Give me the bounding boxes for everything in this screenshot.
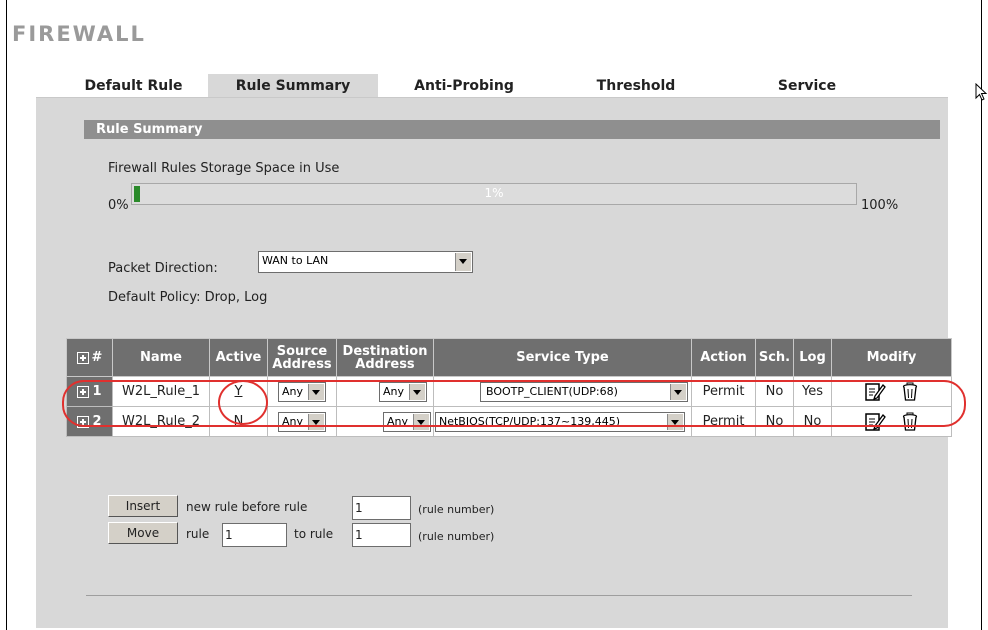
edit-icon[interactable] (864, 382, 887, 402)
move-to-input[interactable]: 1 (352, 523, 411, 547)
expand-icon[interactable] (77, 415, 90, 428)
storage-progress-text: 1% (484, 186, 504, 200)
service-cell: NetBIOS(TCP/UDP:137~139,445) (433, 406, 692, 437)
rules-table: # Name Active Source Address Destination… (66, 338, 952, 437)
active-link[interactable]: Y (209, 376, 268, 407)
table-row: 2 W2L_Rule_2 N Any Any NetBIOS(TCP/UDP:1… (66, 406, 952, 437)
row-number-cell: 1 (66, 376, 113, 407)
storage-progress-bar: 1% (131, 183, 857, 205)
action-cell: Permit (691, 406, 756, 437)
service-cell: BOOTP_CLIENT(UDP:68) (433, 376, 692, 407)
page-title: FIREWALL (12, 22, 146, 46)
rule-name: W2L_Rule_2 (112, 406, 210, 437)
header-name: Name (112, 338, 210, 377)
header-sch: Sch. (755, 338, 794, 377)
insert-button[interactable]: Insert (108, 495, 178, 517)
rule-name: W2L_Rule_1 (112, 376, 210, 407)
chevron-down-icon (670, 383, 686, 400)
expand-all-icon[interactable] (76, 351, 89, 364)
header-action: Action (691, 338, 756, 377)
header-service: Service Type (433, 338, 692, 377)
chevron-down-icon (413, 413, 429, 430)
header-active: Active (209, 338, 268, 377)
move-hint: (rule number) (418, 530, 495, 543)
destination-address-select[interactable]: Any (379, 381, 427, 402)
row-number-cell: 2 (66, 406, 113, 437)
trash-icon[interactable] (901, 382, 919, 402)
chevron-down-icon (409, 383, 425, 400)
modify-cell (831, 376, 952, 407)
packet-direction-select[interactable]: WAN to LAN (258, 251, 473, 273)
storage-label: Firewall Rules Storage Space in Use (108, 161, 340, 176)
tab-service[interactable]: Service (722, 74, 892, 98)
tab-threshold[interactable]: Threshold (550, 74, 722, 98)
schedule-cell: No (755, 376, 794, 407)
log-cell: No (793, 406, 832, 437)
header-modify: Modify (831, 338, 952, 377)
modify-cell (831, 406, 952, 437)
storage-max-label: 100% (861, 198, 899, 213)
move-from-input[interactable]: 1 (222, 523, 287, 547)
insert-text: new rule before rule (186, 500, 308, 514)
packet-direction-value: WAN to LAN (262, 254, 329, 267)
header-num: # (66, 338, 113, 377)
log-cell: Yes (793, 376, 832, 407)
source-address-select[interactable]: Any (278, 381, 326, 402)
source-address-select[interactable]: Any (278, 411, 326, 432)
tab-default-rule[interactable]: Default Rule (66, 74, 201, 98)
tab-bar: Default Rule Rule Summary Anti-Probing T… (66, 74, 892, 98)
source-cell: Any (267, 406, 337, 437)
schedule-cell: No (755, 406, 794, 437)
chevron-down-icon (308, 413, 324, 430)
destination-address-select[interactable]: Any (383, 411, 431, 432)
service-type-select[interactable]: NetBIOS(TCP/UDP:137~139,445) (435, 411, 685, 432)
move-to-text: to rule (294, 527, 334, 541)
packet-direction-label: Packet Direction: (108, 261, 218, 276)
insert-rule-number-input[interactable]: 1 (352, 496, 411, 520)
storage-min-label: 0% (108, 198, 129, 213)
move-button[interactable]: Move (108, 522, 178, 544)
chevron-down-icon (667, 413, 683, 430)
destination-cell: Any (336, 406, 434, 437)
expand-icon[interactable] (77, 385, 90, 398)
trash-icon[interactable] (901, 412, 919, 432)
move-rule-text: rule (186, 527, 210, 541)
tab-anti-probing[interactable]: Anti-Probing (378, 74, 550, 98)
source-cell: Any (267, 376, 337, 407)
table-header-row: # Name Active Source Address Destination… (66, 338, 952, 377)
header-log: Log (793, 338, 832, 377)
active-link[interactable]: N (209, 406, 268, 437)
table-row: 1 W2L_Rule_1 Y Any Any BOOTP_CLIENT(UDP:… (66, 376, 952, 407)
tab-rule-summary[interactable]: Rule Summary (208, 74, 378, 98)
insert-hint: (rule number) (418, 503, 495, 516)
section-header: Rule Summary (84, 120, 940, 139)
rule-summary-panel: Rule Summary Firewall Rules Storage Spac… (36, 97, 952, 628)
action-cell: Permit (691, 376, 756, 407)
chevron-down-icon (308, 383, 324, 400)
destination-cell: Any (336, 376, 434, 407)
header-destination: Destination Address (336, 338, 434, 377)
default-policy-text: Default Policy: Drop, Log (108, 290, 268, 305)
chevron-down-icon (455, 253, 471, 271)
mouse-cursor-icon (975, 83, 988, 101)
service-type-select[interactable]: BOOTP_CLIENT(UDP:68) (480, 381, 688, 402)
bottom-divider (86, 595, 912, 596)
header-source: Source Address (267, 338, 337, 377)
edit-icon[interactable] (864, 412, 887, 432)
